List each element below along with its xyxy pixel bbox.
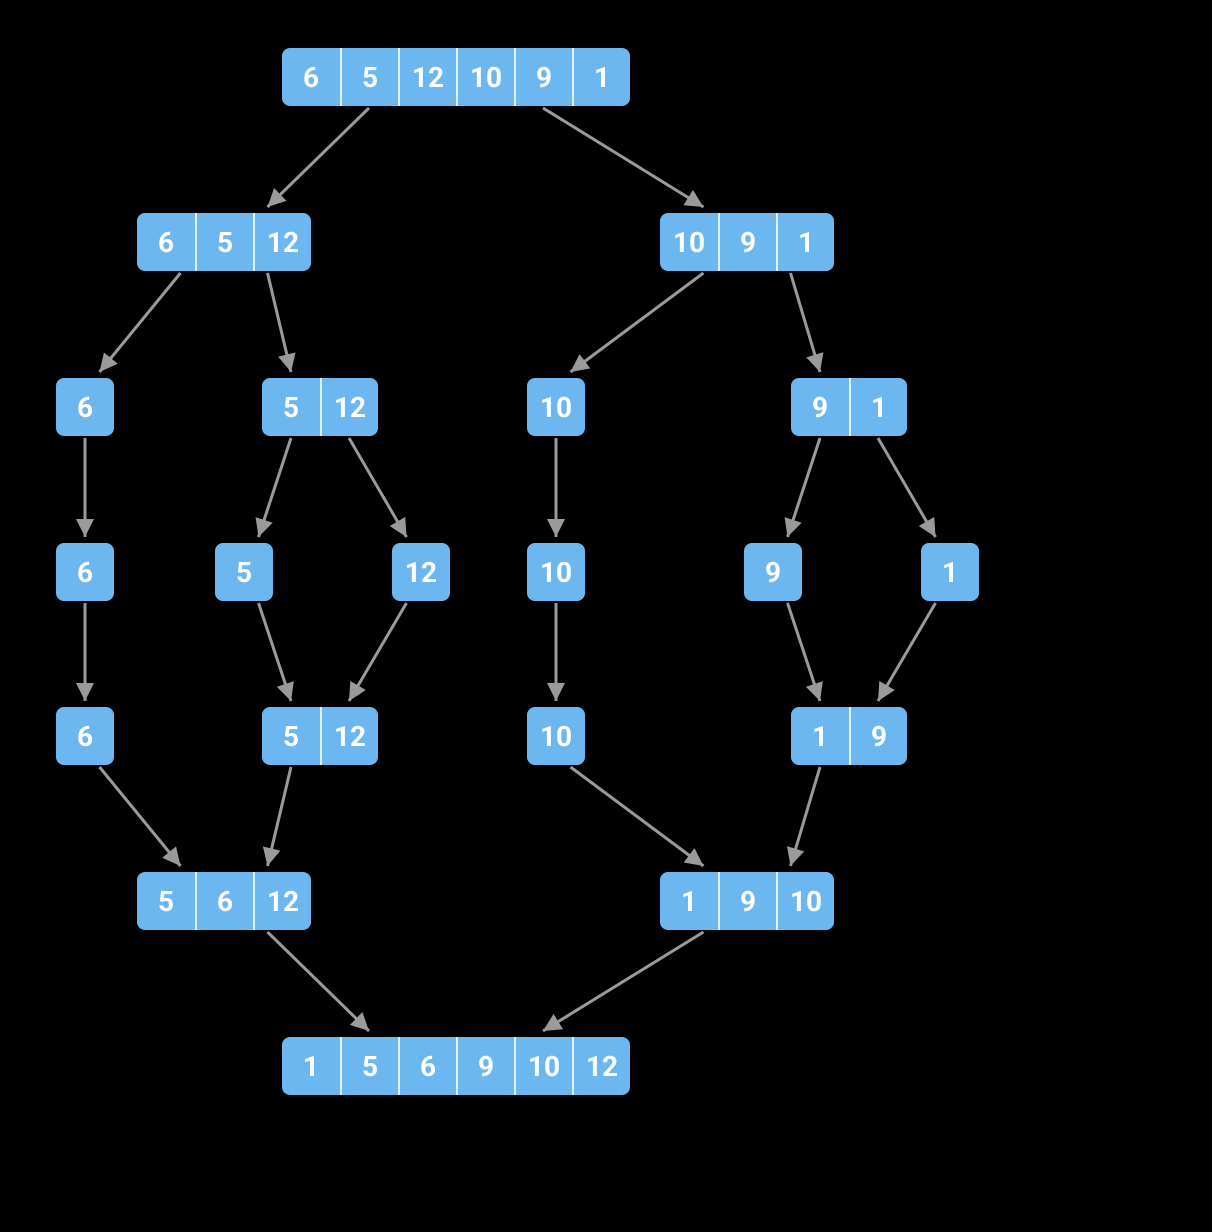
array-cell: 6 (195, 872, 253, 930)
array-cell: 5 (262, 378, 320, 436)
arrow (268, 273, 292, 372)
arrow (268, 932, 370, 1031)
array-cell: 9 (514, 48, 572, 106)
array-node-L4b: 512 (262, 707, 378, 765)
array-node-L3c: 12 (392, 543, 450, 601)
arrow (788, 603, 821, 701)
array-node-R2a: 10 (527, 378, 585, 436)
arrow (878, 603, 936, 701)
arrow (268, 767, 292, 866)
arrow (788, 438, 821, 537)
array-cell: 5 (137, 872, 195, 930)
array-node-R1: 1091 (660, 213, 834, 271)
array-cell: 10 (527, 707, 585, 765)
array-cell: 12 (398, 48, 456, 106)
arrow (349, 438, 407, 537)
array-node-L2a: 6 (56, 378, 114, 436)
array-node-R3b: 9 (744, 543, 802, 601)
array-cell: 6 (137, 213, 195, 271)
array-cell: 10 (660, 213, 718, 271)
array-node-L5: 5612 (137, 872, 311, 930)
array-cell: 1 (791, 707, 849, 765)
array-node-L4a: 6 (56, 707, 114, 765)
array-cell: 10 (527, 543, 585, 601)
array-node-R3c: 1 (921, 543, 979, 601)
array-cell: 9 (456, 1037, 514, 1095)
arrow (543, 932, 704, 1031)
array-cell: 9 (718, 213, 776, 271)
array-cell: 9 (744, 543, 802, 601)
array-cell: 5 (195, 213, 253, 271)
arrow (259, 603, 292, 701)
array-node-L3a: 6 (56, 543, 114, 601)
arrow (571, 767, 704, 866)
array-node-R4a: 10 (527, 707, 585, 765)
array-cell: 12 (320, 707, 378, 765)
array-cell: 10 (514, 1037, 572, 1095)
array-node-L3b: 5 (215, 543, 273, 601)
array-cell: 6 (56, 378, 114, 436)
array-cell: 6 (398, 1037, 456, 1095)
array-node-R4b: 19 (791, 707, 907, 765)
array-node-L2b: 512 (262, 378, 378, 436)
array-cell: 12 (392, 543, 450, 601)
array-node-R3a: 10 (527, 543, 585, 601)
array-cell: 5 (262, 707, 320, 765)
array-cell: 1 (282, 1037, 340, 1095)
array-cell: 1 (572, 48, 630, 106)
arrow (791, 767, 821, 866)
array-cell: 12 (253, 872, 311, 930)
array-node-final: 15691012 (282, 1037, 630, 1095)
array-cell: 9 (718, 872, 776, 930)
array-cell: 9 (849, 707, 907, 765)
array-node-L1: 6512 (137, 213, 311, 271)
arrow (259, 438, 292, 537)
array-cell: 5 (215, 543, 273, 601)
array-cell: 6 (56, 707, 114, 765)
arrow (268, 108, 370, 207)
array-cell: 1 (660, 872, 718, 930)
arrow (571, 273, 704, 372)
array-cell: 10 (776, 872, 834, 930)
array-cell: 10 (456, 48, 514, 106)
array-cell: 1 (776, 213, 834, 271)
arrow (100, 767, 181, 866)
array-cell: 12 (572, 1037, 630, 1095)
array-cell: 12 (320, 378, 378, 436)
array-node-R2b: 91 (791, 378, 907, 436)
array-cell: 5 (340, 1037, 398, 1095)
array-cell: 12 (253, 213, 311, 271)
array-cell: 10 (527, 378, 585, 436)
merge-sort-diagram: 6512109165121091651210916512109165121019… (0, 0, 1212, 1232)
array-cell: 5 (340, 48, 398, 106)
array-cell: 6 (282, 48, 340, 106)
arrow (878, 438, 936, 537)
array-cell: 9 (791, 378, 849, 436)
array-cell: 1 (849, 378, 907, 436)
arrow (791, 273, 821, 372)
arrow (100, 273, 181, 372)
arrow (349, 603, 407, 701)
arrow (543, 108, 704, 207)
array-cell: 6 (56, 543, 114, 601)
array-cell: 1 (921, 543, 979, 601)
array-node-R5: 1910 (660, 872, 834, 930)
array-node-root: 65121091 (282, 48, 630, 106)
